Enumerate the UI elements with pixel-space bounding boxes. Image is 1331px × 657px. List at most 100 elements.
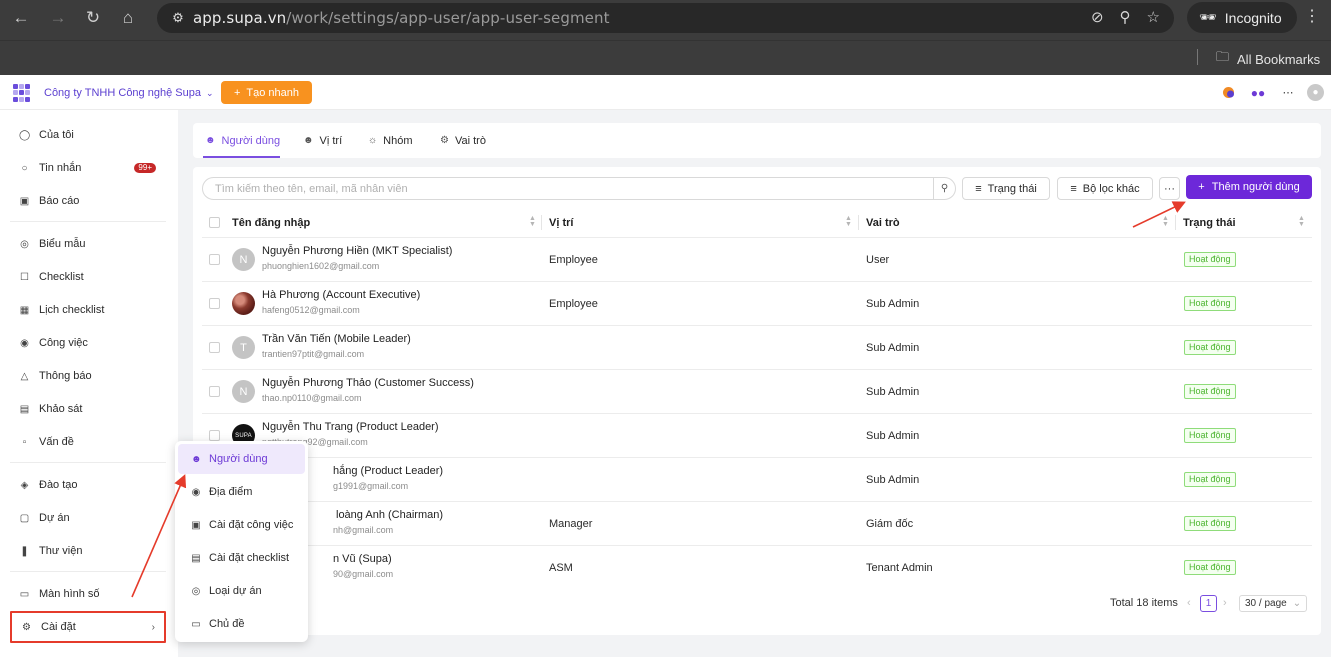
plus-icon: + — [233, 86, 241, 99]
table-row[interactable]: loàng Anh (Chairman) nh@gmail.com Manage… — [202, 502, 1312, 546]
row-checkbox[interactable] — [209, 254, 220, 265]
sidebar-item-notifications[interactable]: △ Thông báo — [10, 361, 166, 391]
search-input[interactable] — [215, 182, 915, 195]
row-checkbox[interactable] — [209, 386, 220, 397]
sidebar-item-label: Đào tạo — [39, 479, 78, 491]
url-text[interactable]: app.supa.vn/work/settings/app-user/app-u… — [193, 9, 610, 27]
add-user-button[interactable]: + Thêm người dùng — [1186, 175, 1312, 199]
sidebar-item-digital-screen[interactable]: ▭ Màn hình số — [10, 579, 166, 609]
report-icon: ▣ — [19, 195, 30, 207]
row-checkbox[interactable] — [209, 298, 220, 309]
reload-icon[interactable]: ↻ — [80, 5, 106, 31]
table-row[interactable]: N Nguyễn Phương Hiền (MKT Specialist) ph… — [202, 238, 1312, 282]
tab-label: Người dùng — [221, 134, 281, 147]
browser-menu-icon[interactable]: ⋮ — [1304, 6, 1320, 26]
col-username[interactable]: Tên đăng nhập — [232, 207, 310, 238]
user-role: Sub Admin — [866, 430, 920, 442]
forward-icon[interactable]: → — [45, 5, 71, 31]
zoom-icon[interactable]: ⚲ — [1120, 8, 1131, 26]
submenu-item-task-settings[interactable]: ▣ Cài đặt công việc — [178, 510, 305, 540]
all-bookmarks[interactable]: 🗀 All Bookmarks — [1216, 48, 1320, 70]
table-row[interactable]: T Trần Văn Tiến (Mobile Leader) trantien… — [202, 326, 1312, 370]
col-position[interactable]: Vị trí — [549, 207, 573, 238]
incognito-indicator[interactable]: 🕶 Incognito — [1187, 2, 1297, 33]
submenu-item-topics[interactable]: ▭ Chủ đề — [178, 609, 305, 639]
current-page[interactable]: 1 — [1200, 594, 1217, 612]
bell-icon: △ — [20, 370, 29, 382]
quick-create-button[interactable]: + Tạo nhanh — [221, 81, 312, 104]
site-settings-icon[interactable]: ⚙ — [167, 7, 189, 29]
next-page-icon[interactable]: › — [1223, 593, 1227, 613]
table-row[interactable]: hắng (Product Leader) g1991@gmail.com Su… — [202, 458, 1312, 502]
user-email: nh@gmail.com — [333, 525, 394, 535]
table-row[interactable]: N Nguyễn Phương Thảo (Customer Success) … — [202, 370, 1312, 414]
sidebar-item-reports[interactable]: ▣ Báo cáo — [10, 186, 166, 216]
sidebar-item-checklist[interactable]: ☐ Checklist — [10, 262, 166, 292]
submenu-item-checklist-settings[interactable]: ▤ Cài đặt checklist — [178, 543, 305, 573]
tab-positions[interactable]: ☻ Vị trí — [303, 123, 342, 158]
sort-status-icon[interactable]: ▲ ▼ — [1298, 215, 1305, 228]
team-icon[interactable]: ●● — [1250, 84, 1266, 101]
tab-groups[interactable]: ☼ Nhóm — [368, 123, 413, 158]
active-tab-indicator — [203, 156, 280, 158]
sidebar-item-label: Dự án — [39, 512, 70, 524]
apps-grid-icon[interactable]: ⋯ — [1280, 84, 1296, 101]
row-checkbox[interactable] — [209, 430, 220, 441]
sidebar-item-tasks[interactable]: ◉ Công việc — [10, 328, 166, 358]
library-icon: ❚ — [20, 545, 29, 557]
bookmark-star-icon[interactable]: ☆ — [1147, 8, 1160, 26]
row-checkbox[interactable] — [209, 342, 220, 353]
status-badge: Hoạt động — [1184, 384, 1236, 399]
sidebar-item-messages[interactable]: ○ Tin nhắn 99+ — [10, 153, 166, 183]
page-size-select[interactable]: 30 / page ⌄ — [1239, 593, 1308, 613]
more-options-button[interactable]: ··· — [1159, 177, 1180, 200]
sort-position-icon[interactable]: ▲ ▼ — [845, 215, 852, 228]
sidebar-divider — [10, 462, 166, 463]
select-all-checkbox[interactable] — [209, 207, 220, 238]
prev-page-icon[interactable]: ‹ — [1187, 593, 1191, 613]
tab-users[interactable]: ☻ Người dùng — [205, 123, 280, 158]
sidebar-item-issues[interactable]: ▫ Vấn đề — [10, 427, 166, 457]
address-bar[interactable]: ⚙ app.supa.vn/work/settings/app-user/app… — [157, 3, 1174, 33]
sidebar-item-label: Khảo sát — [39, 403, 83, 415]
app-logo[interactable] — [13, 84, 31, 102]
filter-icon: ≡ — [1070, 182, 1077, 195]
table-row[interactable]: SUPA Nguyễn Thu Trang (Product Leader) n… — [202, 414, 1312, 458]
tab-roles[interactable]: ⚙ Vai trò — [440, 123, 486, 158]
tracking-blocked-icon[interactable]: ⊘ — [1091, 8, 1104, 26]
search-icon[interactable]: ⚲ — [933, 178, 955, 199]
quick-create-label: Tạo nhanh — [246, 86, 300, 99]
status-filter-button[interactable]: ≡ Trạng thái — [962, 177, 1050, 200]
sidebar-item-settings[interactable]: ⚙ Cài đặt › — [10, 611, 166, 643]
sidebar-item-library[interactable]: ❚ Thư viện — [10, 536, 166, 566]
url-host: app.supa.vn — [193, 9, 287, 27]
other-filter-button[interactable]: ≡ Bộ lọc khác — [1057, 177, 1153, 200]
sidebar-item-label: Checklist — [39, 271, 84, 283]
sort-username-icon[interactable]: ▲ ▼ — [529, 215, 536, 228]
sidebar-item-projects[interactable]: ▢ Dự án — [10, 503, 166, 533]
submenu-item-project-types[interactable]: ◎ Loại dự án — [178, 576, 305, 606]
company-switcher[interactable]: Công ty TNHH Công nghệ Supa ⌄ — [44, 87, 214, 99]
submenu-item-locations[interactable]: ◉ Địa điểm — [178, 477, 305, 507]
sidebar-item-surveys[interactable]: ▤ Khảo sát — [10, 394, 166, 424]
home-icon[interactable]: ⌂ — [115, 5, 141, 31]
sort-role-icon[interactable]: ▲ ▼ — [1162, 215, 1169, 228]
sidebar-item-label: Biểu mẫu — [39, 238, 86, 250]
table-row[interactable]: n Vũ (Supa) 90@gmail.com ASM Tenant Admi… — [202, 546, 1312, 590]
task-icon: ◉ — [20, 337, 29, 349]
pagination-current[interactable]: 1 — [1200, 593, 1217, 613]
col-role[interactable]: Vai trò — [866, 207, 900, 238]
submenu-item-users[interactable]: ☻ Người dùng — [178, 444, 305, 474]
sidebar-item-checklist-calendar[interactable]: ▦ Lịch checklist — [10, 295, 166, 325]
user-role: Giám đốc — [866, 518, 914, 530]
user-avatar[interactable]: ● — [1307, 84, 1324, 101]
table-row[interactable]: Hà Phương (Account Executive) hafeng0512… — [202, 282, 1312, 326]
notification-icon[interactable] — [1220, 84, 1236, 101]
col-status[interactable]: Trạng thái — [1183, 207, 1236, 238]
sidebar-item-forms[interactable]: ◎ Biểu mẫu — [10, 229, 166, 259]
sidebar-item-training[interactable]: ◈ Đào tạo — [10, 470, 166, 500]
back-icon[interactable]: ← — [8, 5, 34, 31]
sidebar-item-mine[interactable]: ◯ Của tôi — [10, 120, 166, 150]
chevron-right-icon: › — [151, 621, 155, 633]
settings-submenu: ☻ Người dùng ◉ Địa điểm ▣ Cài đặt công việc… — [175, 441, 308, 642]
